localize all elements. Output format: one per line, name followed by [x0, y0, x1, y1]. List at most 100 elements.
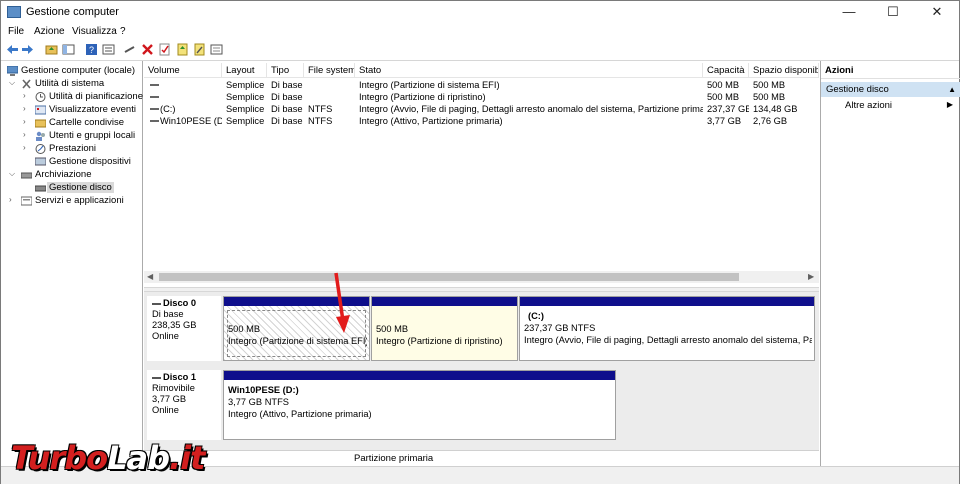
tree-item-label: Utenti e gruppi locali — [49, 130, 136, 141]
more-actions-link[interactable]: Altre azioni — [845, 100, 892, 111]
chevron-right-icon[interactable]: ▶ — [947, 100, 953, 109]
tree-item-label: Utilità di pianificazione — [49, 91, 143, 102]
disk-status: Online — [152, 331, 179, 341]
close-button[interactable]: ✕ — [915, 1, 959, 23]
partition-bar — [520, 297, 814, 306]
watermark-logo: TurboLab.it — [11, 439, 205, 477]
center-pane: Volume Layout Tipo File system Stato Cap… — [144, 61, 819, 466]
cell-layout: Semplice — [226, 92, 265, 102]
partition-bar — [372, 297, 517, 306]
storage-icon — [21, 172, 32, 179]
partition-c[interactable]: (C:) 237,37 GB NTFS Integro (Avvio, File… — [519, 296, 815, 361]
chevron-right-icon[interactable]: › — [23, 91, 26, 100]
cell-stato: Integro (Partizione di ripristino) — [359, 92, 486, 102]
partition-recovery[interactable]: 500 MB Integro (Partizione di ripristino… — [371, 296, 518, 361]
legend-bar: Partizione primaria — [144, 450, 819, 466]
navigation-tree: Gestione computer (locale) ⌵ Utilità di … — [2, 61, 143, 466]
column-header-volume[interactable]: Volume — [144, 63, 222, 78]
disk-name: Disco 0 — [163, 298, 197, 308]
partition-title: Win10PESE (D:) — [228, 385, 299, 395]
volume-row[interactable]: Semplice Di base Integro (Partizione di … — [144, 79, 819, 91]
volume-row[interactable]: Semplice Di base Integro (Partizione di … — [144, 91, 819, 103]
disk-1-label[interactable]: Disco 1 Rimovibile 3,77 GB Online — [147, 370, 221, 440]
column-header-capacita[interactable]: Capacità — [703, 63, 749, 78]
actions-section-label: Gestione disco — [826, 84, 889, 95]
cell-capacita: 500 MB — [707, 92, 740, 102]
tree-item-label: Servizi e applicazioni — [35, 195, 124, 206]
partition-status: Integro (Attivo, Partizione primaria) — [228, 409, 372, 419]
chevron-down-icon[interactable]: ⌵ — [9, 78, 15, 88]
disk-management-icon — [35, 185, 46, 192]
cell-volume: (C:) — [160, 104, 176, 114]
cell-volume: Win10PESE (D:) — [160, 116, 222, 126]
partition-size: 237,37 GB NTFS — [524, 323, 596, 333]
menu-help[interactable]: ? — [120, 26, 126, 37]
column-header-spazio[interactable]: Spazio disponibi — [749, 63, 819, 78]
disk-size: 238,35 GB — [152, 320, 197, 330]
chevron-right-icon[interactable]: › — [9, 195, 12, 204]
computer-management-icon — [7, 6, 21, 18]
cell-volume — [156, 79, 222, 91]
users-groups-icon — [36, 131, 45, 141]
partition-status: Integro (Partizione di sistema EFI) — [228, 336, 367, 346]
scroll-right-icon[interactable]: ▶ — [808, 272, 814, 281]
minimize-button[interactable]: — — [827, 1, 871, 23]
chevron-right-icon[interactable]: › — [23, 104, 26, 113]
partition-d[interactable]: Win10PESE (D:) 3,77 GB NTFS Integro (Att… — [223, 370, 616, 440]
check-icon[interactable] — [158, 43, 171, 56]
up-folder-icon[interactable] — [45, 43, 58, 56]
export-icon[interactable] — [176, 43, 189, 56]
chevron-down-icon[interactable]: ⌵ — [9, 169, 15, 179]
properties-icon[interactable] — [102, 43, 115, 56]
system-tools-icon — [22, 79, 31, 89]
forward-arrow-icon[interactable] — [21, 43, 34, 56]
collapse-up-icon[interactable]: ▲ — [948, 82, 956, 97]
wizard-icon[interactable] — [193, 43, 206, 56]
column-header-layout[interactable]: Layout — [222, 63, 267, 78]
partition-bar — [224, 371, 615, 380]
performance-icon — [35, 144, 46, 154]
column-header-file-system[interactable]: File system — [304, 63, 355, 78]
disk-icon — [152, 376, 161, 379]
menu-azione[interactable]: Azione — [34, 26, 65, 37]
column-header-tipo[interactable]: Tipo — [267, 63, 304, 78]
menu-bar: File Azione Visualizza ? — [1, 23, 959, 40]
chevron-right-icon[interactable]: › — [23, 143, 26, 152]
back-arrow-icon[interactable] — [6, 43, 19, 56]
horizontal-scrollbar[interactable]: ◀ ▶ — [144, 271, 819, 283]
actions-section-disk-management[interactable]: Gestione disco ▲ — [821, 82, 960, 97]
disk-status: Online — [152, 405, 179, 415]
list-view-icon[interactable] — [210, 43, 223, 56]
help-icon[interactable]: ? — [85, 43, 98, 56]
partition-text: Win10PESE (D:) 3,77 GB NTFS Integro (Att… — [228, 384, 613, 420]
computer-management-icon — [7, 66, 18, 76]
partition-title: (C:) — [528, 311, 545, 321]
red-arrow-annotation — [334, 272, 350, 333]
volume-list-header: Volume Layout Tipo File system Stato Cap… — [144, 63, 819, 78]
cell-capacita: 237,37 GB — [707, 104, 749, 114]
maximize-button[interactable]: ☐ — [871, 1, 915, 23]
column-header-stato[interactable]: Stato — [355, 63, 703, 78]
connect-icon[interactable] — [123, 43, 136, 56]
cell-stato: Integro (Partizione di sistema EFI) — [359, 80, 500, 90]
menu-visualizza[interactable]: Visualizza — [72, 26, 117, 37]
disk-graphical-view: Disco 0 Di base 238,35 GB Online 500 MB … — [144, 292, 819, 466]
disk-0-label[interactable]: Disco 0 Di base 238,35 GB Online — [147, 296, 221, 361]
show-hide-tree-icon[interactable] — [62, 43, 75, 56]
volume-row[interactable]: (C:) Semplice Di base NTFS Integro (Avvi… — [144, 103, 819, 115]
chevron-right-icon[interactable]: › — [23, 117, 26, 126]
tree-item-label: Cartelle condivise — [49, 117, 124, 128]
cell-fs — [304, 91, 355, 103]
cell-layout: Semplice — [226, 116, 265, 126]
menu-file[interactable]: File — [8, 26, 24, 37]
cell-tipo: Di base — [271, 116, 303, 126]
delete-icon[interactable] — [141, 43, 154, 56]
volume-row[interactable]: Win10PESE (D:) Semplice Di base NTFS Int… — [144, 115, 819, 127]
partition-size: 3,77 GB NTFS — [228, 397, 289, 407]
scroll-left-icon[interactable]: ◀ — [147, 272, 153, 281]
cell-volume — [156, 91, 222, 103]
scrollbar-thumb[interactable] — [159, 273, 739, 281]
disk-name: Disco 1 — [163, 372, 197, 382]
partition-status: Integro (Partizione di ripristino) — [376, 336, 503, 346]
chevron-right-icon[interactable]: › — [23, 130, 26, 139]
